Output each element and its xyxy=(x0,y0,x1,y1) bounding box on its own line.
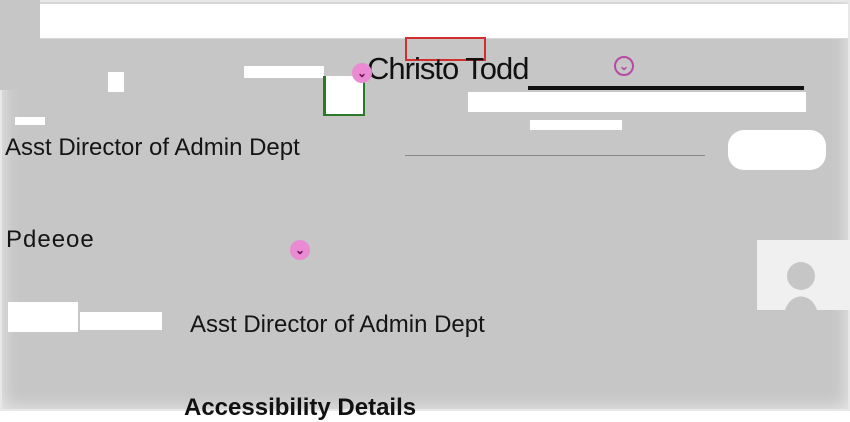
pill-blob xyxy=(728,130,826,170)
avatar-icon xyxy=(785,262,817,310)
person-dropdown-button-2[interactable]: ⌄ xyxy=(290,240,310,260)
person-dropdown-icon[interactable]: ⌄ xyxy=(614,56,634,76)
glyph-block xyxy=(80,312,162,330)
glyph-block xyxy=(15,117,45,125)
title-underline xyxy=(405,155,705,156)
person-dropdown-button[interactable]: ⌄ xyxy=(352,63,372,83)
person-name-2: Pdeeoe xyxy=(6,226,95,253)
footer-text: Accessibility Details xyxy=(184,394,417,421)
glyph-block xyxy=(108,72,124,92)
field-block xyxy=(468,92,806,112)
job-title-2: Asst Director of Admin Dept xyxy=(190,311,485,338)
job-title: Asst Director of Admin Dept xyxy=(5,134,300,161)
left-edge xyxy=(0,0,40,90)
glyph-block xyxy=(244,66,324,78)
top-bar xyxy=(40,4,848,39)
glyph-block xyxy=(8,302,78,332)
person-name: Christo Todd xyxy=(367,51,529,86)
divider-line xyxy=(528,86,804,90)
glyph-block xyxy=(530,120,622,130)
